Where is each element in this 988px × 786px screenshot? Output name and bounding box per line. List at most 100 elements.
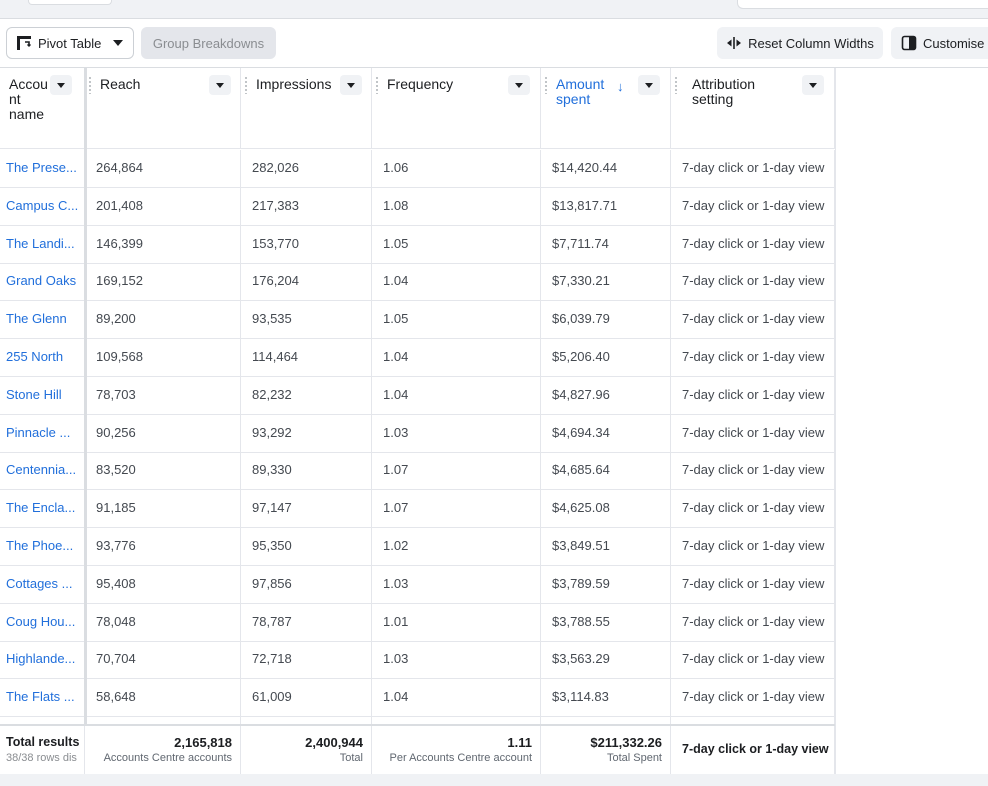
empty-column-area: [835, 68, 988, 774]
column-header-attribution-setting[interactable]: Attribution setting: [671, 68, 835, 149]
table-row[interactable]: The Flats ... 58,648 61,009 1.04 $3,114.83 7-…: [0, 679, 835, 718]
cell-frequency: 1.03: [372, 414, 541, 453]
cell-amount-spent: $3,114.83: [541, 679, 671, 718]
columns-icon: [901, 35, 917, 51]
table-row[interactable]: The Phoe... 93,776 95,350 1.02 $3,849.51 7-da…: [0, 528, 835, 566]
totals-impressions-caption: Total: [339, 752, 363, 764]
column-menu-dropdown[interactable]: [508, 75, 530, 95]
cell-amount-spent: $4,827.96: [541, 376, 671, 415]
table-row[interactable]: Highlande... 70,704 72,718 1.03 $3,563.29 7-d…: [0, 641, 835, 680]
column-header-label: Frequency: [387, 76, 454, 92]
table-row[interactable]: The Landi... 146,399 153,770 1.05 $7,711.74 7…: [0, 225, 835, 264]
drag-handle-icon[interactable]: [675, 76, 677, 94]
column-resize-icon: [727, 37, 742, 49]
data-table: Accou nt name Reach Impressions Frequenc…: [0, 67, 988, 774]
drag-handle-icon[interactable]: [89, 76, 91, 94]
drag-handle-icon[interactable]: [245, 76, 247, 94]
cell-impressions: 72,718: [241, 641, 372, 680]
totals-frequency-cell: 1.11 Per Accounts Centre account: [372, 726, 541, 774]
cell-frequency: 1.02: [372, 528, 541, 566]
column-menu-dropdown[interactable]: [802, 75, 824, 95]
table-row[interactable]: 3401 at R...61,68062,7781.02$2,899.267-d…: [0, 717, 835, 724]
cell-account-name[interactable]: The Phoe...: [0, 528, 85, 566]
table-row[interactable]: The Glenn 89,200 93,535 1.05 $6,039.79 7-day …: [0, 301, 835, 340]
pivot-table-label: Pivot Table: [38, 35, 102, 51]
top-search-edge: [737, 0, 988, 9]
cell-amount-spent: $4,694.34: [541, 414, 671, 453]
table-row[interactable]: Pinnacle ... 90,256 93,292 1.03 $4,694.34 7-d…: [0, 414, 835, 453]
column-header-reach[interactable]: Reach: [85, 68, 241, 149]
cell-reach: 95,408: [85, 565, 241, 604]
cell-reach: 201,408: [85, 187, 241, 226]
sort-descending-icon[interactable]: ↓: [617, 79, 624, 94]
cell-reach: 83,520: [85, 452, 241, 491]
cell-frequency: 1.04: [372, 679, 541, 718]
cell-frequency: 1.03: [372, 641, 541, 680]
cell-account-name[interactable]: The Flats ...: [0, 679, 85, 718]
totals-frequency-caption: Per Accounts Centre account: [389, 752, 532, 764]
drag-handle-icon[interactable]: [545, 76, 547, 94]
table-row[interactable]: The Encla... 91,185 97,147 1.07 $4,625.08 7-d…: [0, 490, 835, 529]
cell-account-name[interactable]: Pinnacle ...: [0, 414, 85, 453]
cell-account-name[interactable]: The Landi...: [0, 225, 85, 264]
cell-account-name[interactable]: The Prese...: [0, 150, 85, 188]
table-row[interactable]: Stone Hill 78,703 82,232 1.04 $4,827.96 7-day…: [0, 376, 835, 415]
cell-account-name[interactable]: The Glenn: [0, 301, 85, 340]
cell-amount-spent: $6,039.79: [541, 301, 671, 340]
cell-impressions: 282,026: [241, 150, 372, 188]
totals-row: Total results 38/38 rows dis 2,165,818 A…: [0, 724, 835, 774]
cell-impressions: 97,147: [241, 490, 372, 529]
column-header-frequency[interactable]: Frequency: [372, 68, 541, 149]
cell-account-name[interactable]: 255 North: [0, 339, 85, 377]
cell-attribution-setting: 7-day click or 1-day view: [671, 641, 835, 680]
cell-frequency: 1.04: [372, 263, 541, 302]
cell-attribution-setting: 7-day click or 1-day view: [671, 339, 835, 377]
cell-account-name[interactable]: Highlande...: [0, 641, 85, 680]
cell-account-name[interactable]: Grand Oaks: [0, 263, 85, 302]
cell-amount-spent: $3,789.59: [541, 565, 671, 604]
table-row[interactable]: 255 North 109,568 114,464 1.04 $5,206.40 7-da…: [0, 339, 835, 377]
column-menu-dropdown[interactable]: [638, 75, 660, 95]
cell-impressions: 62,778: [241, 717, 372, 724]
column-menu-dropdown[interactable]: [209, 75, 231, 95]
cell-frequency: 1.03: [372, 565, 541, 604]
bottom-strip: [0, 774, 988, 786]
cell-account-name[interactable]: 3401 at R...: [0, 717, 85, 724]
cell-account-name[interactable]: The Encla...: [0, 490, 85, 529]
pivot-table-dropdown[interactable]: Pivot Table: [6, 27, 134, 59]
table-row[interactable]: Campus C... 201,408 217,383 1.08 $13,817.71 7…: [0, 187, 835, 226]
cell-account-name[interactable]: Campus C...: [0, 187, 85, 226]
table-row[interactable]: The Prese... 264,864 282,026 1.06 $14,420.44…: [0, 150, 835, 188]
cell-amount-spent: $3,849.51: [541, 528, 671, 566]
customise-button[interactable]: Customise: [891, 27, 988, 59]
cell-frequency: 1.07: [372, 452, 541, 491]
cell-account-name[interactable]: Coug Hou...: [0, 603, 85, 642]
cell-attribution-setting: 7-day click or 1-day view: [671, 528, 835, 566]
cell-reach: 91,185: [85, 490, 241, 529]
group-breakdowns-button[interactable]: Group Breakdowns: [141, 27, 276, 59]
table-row[interactable]: Grand Oaks 169,152 176,204 1.04 $7,330.21 7-d…: [0, 263, 835, 302]
cell-reach: 93,776: [85, 528, 241, 566]
group-breakdowns-label: Group Breakdowns: [152, 35, 265, 51]
column-menu-dropdown[interactable]: [340, 75, 362, 95]
cell-amount-spent: $7,711.74: [541, 225, 671, 264]
column-header-label: Reach: [100, 76, 141, 92]
reset-column-widths-button[interactable]: Reset Column Widths: [717, 27, 883, 59]
drag-handle-icon[interactable]: [376, 76, 378, 94]
cell-account-name[interactable]: Stone Hill: [0, 376, 85, 415]
reset-column-widths-label: Reset Column Widths: [748, 35, 874, 51]
cell-frequency: 1.06: [372, 150, 541, 188]
totals-impressions-cell: 2,400,944 Total: [241, 726, 372, 774]
cell-reach: 264,864: [85, 150, 241, 188]
cell-reach: 169,152: [85, 263, 241, 302]
table-row[interactable]: Cottages ... 95,408 97,856 1.03 $3,789.59 7-d…: [0, 565, 835, 604]
column-menu-dropdown[interactable]: [50, 75, 72, 95]
cell-account-name[interactable]: Centennia...: [0, 452, 85, 491]
column-header-amount-spent[interactable]: Amount spent ↓: [541, 68, 671, 149]
column-header-account-name[interactable]: Accou nt name: [0, 68, 85, 149]
table-row[interactable]: Centennia... 83,520 89,330 1.07 $4,685.64 7-d…: [0, 452, 835, 491]
column-header-impressions[interactable]: Impressions: [241, 68, 372, 149]
cell-impressions: 61,009: [241, 679, 372, 718]
cell-account-name[interactable]: Cottages ...: [0, 565, 85, 604]
table-row[interactable]: Coug Hou... 78,048 78,787 1.01 $3,788.55 7-da…: [0, 603, 835, 642]
